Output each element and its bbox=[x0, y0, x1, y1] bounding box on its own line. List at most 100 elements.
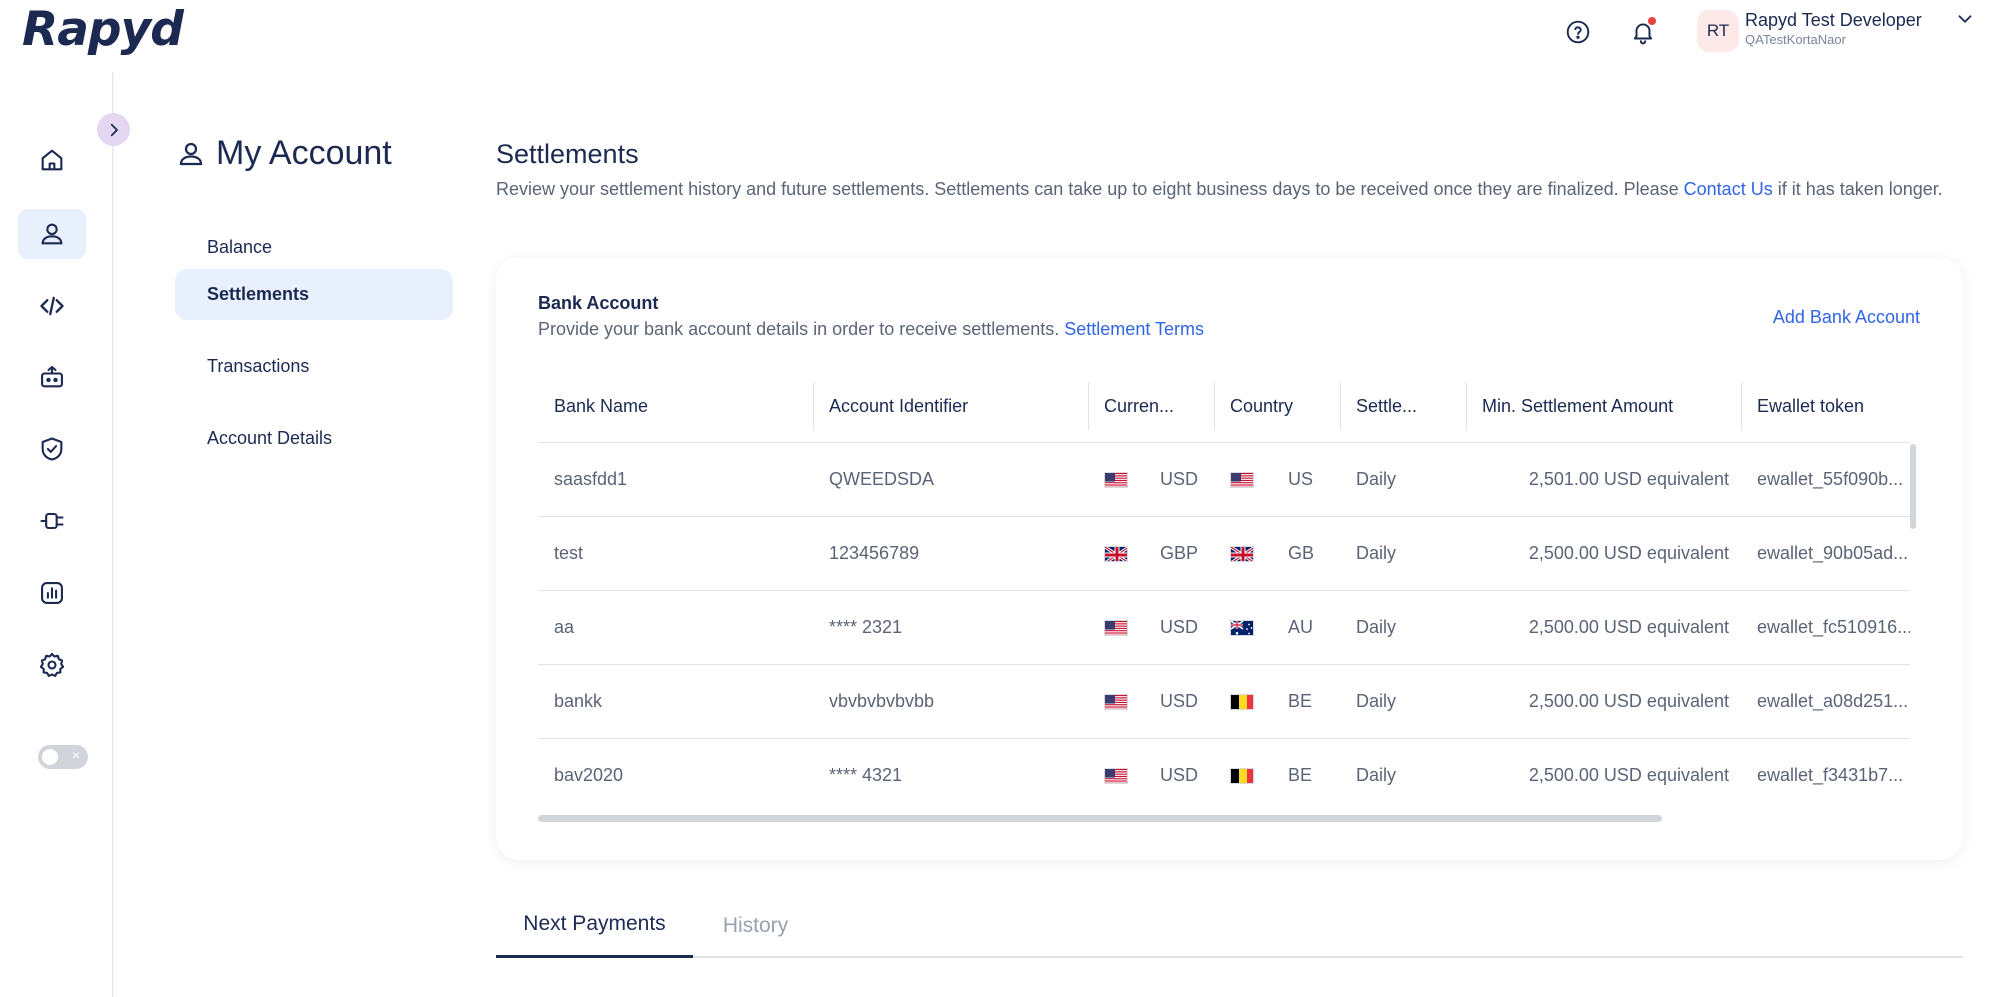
tab-history[interactable]: History bbox=[693, 893, 818, 958]
bank-name-cell: bav2020 bbox=[554, 765, 624, 785]
subnav-item-settlements[interactable]: Settlements bbox=[175, 269, 453, 320]
page-title: Settlements bbox=[496, 139, 639, 169]
top-bar: Rapyd RT Rapyd Test Developer QATestKort… bbox=[0, 0, 1999, 72]
close-icon: × bbox=[71, 747, 80, 763]
currency-flag-icon bbox=[1104, 620, 1128, 636]
table-row[interactable]: bankk vbvbvbvbvbb USD BE Daily 2,500.00 USD e… bbox=[538, 665, 1910, 739]
min-settlement-amount-cell: 2,500.00 USD equivalent bbox=[1528, 543, 1729, 563]
country-cell: BE bbox=[1288, 765, 1313, 785]
column-header-account-identifier[interactable]: Account Identifier bbox=[813, 370, 1088, 443]
ewallet-token-cell: ewallet_a08d251... bbox=[1757, 691, 1909, 711]
icon-rail: × bbox=[0, 72, 113, 997]
currency-cell: USD bbox=[1160, 691, 1199, 711]
currency-flag-icon bbox=[1104, 694, 1128, 710]
toggle-knob bbox=[42, 749, 58, 765]
country-cell: AU bbox=[1288, 617, 1314, 637]
bank-name-cell: bankk bbox=[554, 691, 603, 711]
bank-account-title: Bank Account bbox=[538, 293, 659, 313]
country-flag-icon bbox=[1230, 546, 1254, 562]
settlement-frequency-cell: Daily bbox=[1356, 691, 1397, 711]
ewallet-token-cell: ewallet_f3431b7... bbox=[1757, 765, 1904, 785]
column-header-country[interactable]: Country bbox=[1214, 370, 1340, 443]
plug-icon[interactable] bbox=[18, 496, 86, 546]
column-header-bank-name[interactable]: Bank Name bbox=[538, 370, 813, 443]
bank-name-cell: saasfdd1 bbox=[554, 469, 628, 489]
currency-cell: USD bbox=[1160, 469, 1199, 489]
table-row[interactable]: aa **** 2321 USD AU Daily 2,500.00 USD equiva… bbox=[538, 591, 1910, 665]
settlement-frequency-cell: Daily bbox=[1356, 543, 1397, 563]
column-header-min-settlement-amount[interactable]: Min. Settlement Amount bbox=[1466, 370, 1741, 443]
chevron-down-icon[interactable] bbox=[1954, 8, 1976, 30]
notifications-bell-icon[interactable] bbox=[1628, 17, 1658, 47]
column-header-settlement[interactable]: Settle... bbox=[1340, 370, 1466, 443]
currency-flag-icon bbox=[1104, 472, 1128, 488]
chevron-right-icon bbox=[110, 123, 118, 136]
page-description-text: Review your settlement history and futur… bbox=[496, 179, 1684, 199]
gear-icon[interactable] bbox=[18, 640, 86, 690]
currency-flag-icon bbox=[1104, 546, 1128, 562]
settlement-tabs: Next Payments History bbox=[496, 893, 1963, 958]
contact-us-link[interactable]: Contact Us bbox=[1684, 179, 1773, 199]
min-settlement-amount-cell: 2,500.00 USD equivalent bbox=[1528, 765, 1729, 785]
account-identifier-cell: **** 4321 bbox=[829, 765, 903, 785]
table-row[interactable]: test 123456789 GBP GB Daily 2,500.00 USD equi… bbox=[538, 517, 1910, 591]
bank-name-cell: aa bbox=[554, 617, 575, 637]
country-cell: BE bbox=[1288, 691, 1313, 711]
add-bank-account-button[interactable]: Add Bank Account bbox=[1773, 307, 1920, 328]
settlement-frequency-cell: Daily bbox=[1356, 617, 1397, 637]
bank-account-card: Bank Account Provide your bank account d… bbox=[496, 257, 1963, 860]
help-icon[interactable] bbox=[1563, 17, 1593, 47]
tab-next-payments[interactable]: Next Payments bbox=[496, 893, 693, 958]
settlement-frequency-cell: Daily bbox=[1356, 469, 1397, 489]
page-description: Review your settlement history and futur… bbox=[496, 178, 1956, 201]
subnav-header: My Account bbox=[176, 134, 392, 173]
ewallet-token-cell: ewallet_fc510916... bbox=[1757, 617, 1910, 637]
notification-dot bbox=[1648, 17, 1656, 25]
column-header-currency[interactable]: Curren... bbox=[1088, 370, 1214, 443]
bot-icon[interactable] bbox=[18, 352, 86, 402]
settlement-frequency-cell: Daily bbox=[1356, 765, 1397, 785]
ewallet-token-cell: ewallet_90b05ad... bbox=[1757, 543, 1909, 563]
vertical-scrollbar[interactable] bbox=[1910, 444, 1916, 529]
report-icon[interactable] bbox=[18, 568, 86, 618]
account-identifier-cell: QWEEDSDA bbox=[829, 469, 935, 489]
rapyd-logo[interactable]: Rapyd bbox=[22, 2, 184, 57]
column-header-ewallet-token[interactable]: Ewallet token bbox=[1741, 370, 1910, 443]
account-identifier-cell: **** 2321 bbox=[829, 617, 903, 637]
table-row[interactable]: bav2020 **** 4321 USD BE Daily 2,500.00 USD e… bbox=[538, 739, 1910, 811]
account-identifier-cell: 123456789 bbox=[829, 543, 920, 563]
account-icon bbox=[179, 142, 203, 165]
bank-name-cell: test bbox=[554, 543, 584, 563]
account-icon[interactable] bbox=[18, 209, 86, 259]
country-flag-icon bbox=[1230, 694, 1254, 710]
bank-account-description: Provide your bank account details in ord… bbox=[538, 319, 1204, 340]
page-description-end: if it has taken longer. bbox=[1772, 179, 1943, 199]
min-settlement-amount-cell: 2,500.00 USD equivalent bbox=[1528, 617, 1729, 637]
code-icon[interactable] bbox=[18, 281, 86, 331]
country-cell: US bbox=[1288, 469, 1314, 489]
ewallet-token-cell: ewallet_55f090b... bbox=[1757, 469, 1904, 489]
currency-cell: USD bbox=[1160, 617, 1199, 637]
subnav-item-transactions[interactable]: Transactions bbox=[175, 341, 453, 392]
currency-cell: USD bbox=[1160, 765, 1199, 785]
subnav-item-balance[interactable]: Balance bbox=[175, 222, 453, 273]
subnav-title: My Account bbox=[216, 134, 392, 172]
subnav-item-account-details[interactable]: Account Details bbox=[175, 413, 453, 464]
currency-cell: GBP bbox=[1160, 543, 1199, 563]
user-account-name: QATestKortaNaor bbox=[1745, 32, 1846, 47]
country-cell: GB bbox=[1288, 543, 1315, 563]
table-header: Bank Name Account Identifier Curren... C… bbox=[538, 370, 1910, 443]
horizontal-scrollbar[interactable] bbox=[538, 815, 1662, 822]
collapse-sidebar-button[interactable] bbox=[97, 113, 130, 146]
country-flag-icon bbox=[1230, 620, 1254, 636]
home-icon[interactable] bbox=[18, 135, 86, 185]
bank-account-description-text: Provide your bank account details in ord… bbox=[538, 319, 1065, 339]
settlement-terms-link[interactable]: Settlement Terms bbox=[1064, 319, 1204, 339]
user-avatar[interactable]: RT bbox=[1697, 10, 1739, 52]
table-row[interactable]: saasfdd1 QWEEDSDA USD US Daily 2,501.00 USD e… bbox=[538, 443, 1910, 517]
country-flag-icon bbox=[1230, 472, 1254, 488]
shield-check-icon[interactable] bbox=[18, 424, 86, 474]
bank-accounts-table: Bank Name Account Identifier Curren... C… bbox=[538, 370, 1910, 811]
theme-toggle[interactable]: × bbox=[38, 745, 88, 769]
user-name[interactable]: Rapyd Test Developer bbox=[1745, 10, 1922, 31]
